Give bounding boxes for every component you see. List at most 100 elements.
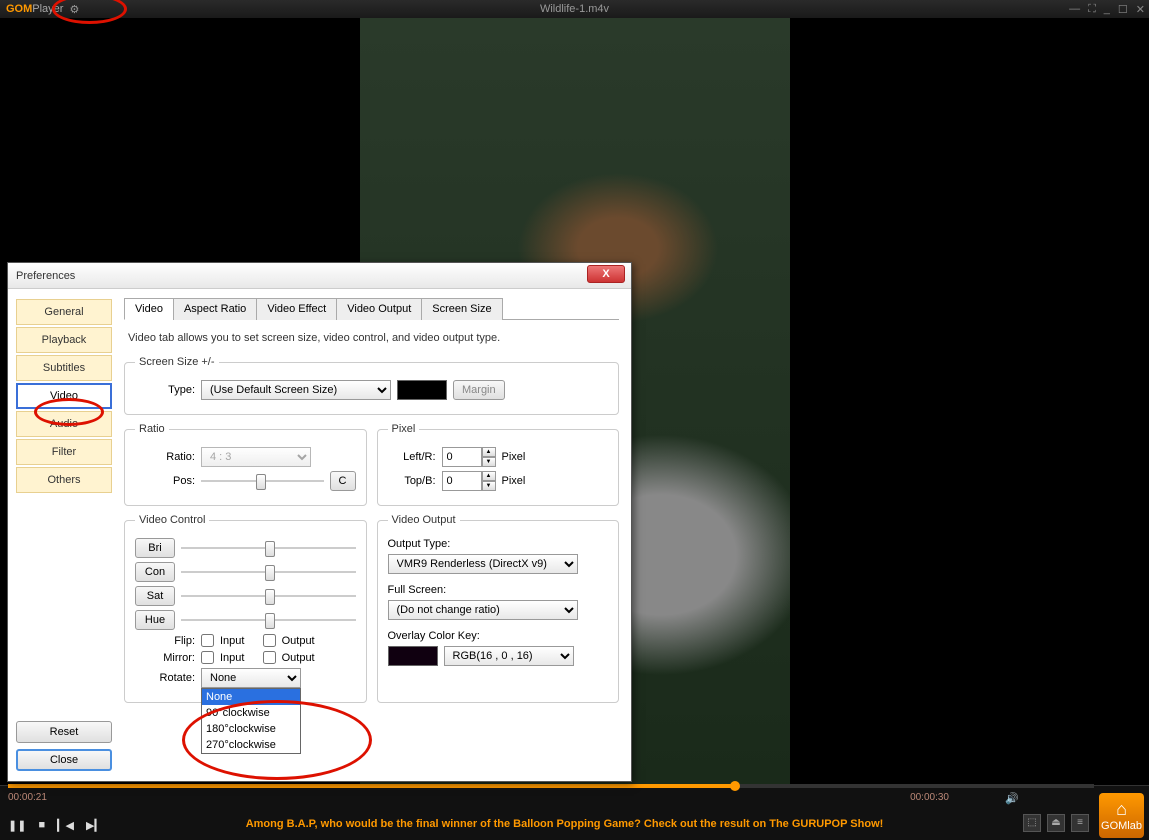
tab-description: Video tab allows you to set screen size,… (128, 332, 615, 344)
ratio-select[interactable]: 4 : 3 (201, 447, 311, 467)
rotate-option[interactable]: None (202, 689, 300, 705)
tab-screen-size[interactable]: Screen Size (421, 298, 502, 320)
type-label: Type: (135, 384, 195, 396)
fullscreen-icon[interactable]: ⛶ (1088, 3, 1096, 16)
cat-video[interactable]: Video (16, 383, 112, 409)
time-total: 00:00:30 (910, 792, 949, 803)
con-slider[interactable] (181, 563, 356, 581)
cat-subtitles[interactable]: Subtitles (16, 355, 112, 381)
left-label: Left/R: (388, 451, 436, 463)
home-button[interactable]: ⌂ GOMlab (1099, 793, 1144, 838)
flip-label: Flip: (135, 635, 195, 647)
top-label: Top/B: (388, 475, 436, 487)
mirror-output-lbl: Output (282, 652, 315, 664)
category-sidebar: General Playback Subtitles Video Audio F… (8, 289, 120, 781)
output-type-label: Output Type: (388, 538, 609, 550)
fullscreen-label: Full Screen: (388, 584, 609, 596)
overlay-swatch[interactable] (388, 646, 438, 666)
next-button[interactable]: ▶▎ (86, 819, 103, 832)
reset-button[interactable]: Reset (16, 721, 112, 743)
flip-input-check[interactable] (201, 634, 214, 647)
pos-label: Pos: (135, 475, 195, 487)
rotate-label: Rotate: (135, 672, 195, 684)
prev-button[interactable]: ▎◀ (57, 819, 74, 832)
mirror-input-check[interactable] (201, 651, 214, 664)
marquee-text: Among B.A.P, who would be the final winn… (130, 818, 999, 830)
settings-panel: Video Aspect Ratio Video Effect Video Ou… (120, 289, 631, 781)
app-logo-suffix: Player (32, 3, 63, 15)
close-icon[interactable]: ✕ (1136, 3, 1145, 16)
tab-video-effect[interactable]: Video Effect (256, 298, 337, 320)
pause-button[interactable]: ❚❚ (8, 819, 26, 832)
mirror-label: Mirror: (135, 652, 195, 664)
bri-button[interactable]: Bri (135, 538, 175, 558)
overlay-label: Overlay Color Key: (388, 630, 609, 642)
screen-size-legend: Screen Size +/- (135, 356, 219, 368)
rotate-option[interactable]: 180°clockwise (202, 721, 300, 737)
time-current: 00:00:21 (8, 792, 47, 803)
top-spinner[interactable]: ▲▼ (442, 471, 496, 491)
cat-audio[interactable]: Audio (16, 411, 112, 437)
video-output-group: Video Output Output Type: VMR9 Renderles… (377, 514, 620, 703)
playback-controls: ❚❚ ■ ▎◀ ▶▎ (8, 819, 103, 832)
output-type-select[interactable]: VMR9 Renderless (DirectX v9) (388, 554, 578, 574)
close-button[interactable]: Close (16, 749, 112, 771)
gear-icon[interactable]: ⚙ (69, 3, 79, 16)
rotate-select[interactable]: None (201, 668, 301, 688)
video-control-legend: Video Control (135, 514, 209, 526)
dialog-close-button[interactable]: X (587, 265, 625, 283)
cat-filter[interactable]: Filter (16, 439, 112, 465)
cat-general[interactable]: General (16, 299, 112, 325)
minimize-icon[interactable]: _ (1104, 3, 1110, 16)
volume-icon[interactable]: 🔊 (1005, 792, 1019, 805)
rotate-option[interactable]: 270°clockwise (202, 737, 300, 753)
cat-others[interactable]: Others (16, 467, 112, 493)
mirror-input-lbl: Input (220, 652, 244, 664)
screen-size-group: Screen Size +/- Type: (Use Default Scree… (124, 356, 619, 415)
stop-button[interactable]: ■ (38, 819, 45, 832)
rotate-option[interactable]: 90°clockwise (202, 705, 300, 721)
hue-button[interactable]: Hue (135, 610, 175, 630)
tab-strip: Video Aspect Ratio Video Effect Video Ou… (124, 297, 619, 320)
overlay-select[interactable]: RGB(16 , 0 , 16) (444, 646, 574, 666)
flip-input-lbl: Input (220, 635, 244, 647)
eject-button[interactable]: ⏏ (1047, 814, 1065, 832)
maximize-icon[interactable]: ☐ (1118, 3, 1128, 16)
cat-playback[interactable]: Playback (16, 327, 112, 353)
tab-video-output[interactable]: Video Output (336, 298, 422, 320)
video-control-group: Video Control Bri Con Sat Hue Flip: Input… (124, 514, 367, 703)
bottom-bar: 00:00:21 00:00:30 🔊 ❚❚ ■ ▎◀ ▶▎ Among B.A… (0, 785, 1149, 840)
pixel-legend: Pixel (388, 423, 420, 435)
pos-center-button[interactable]: C (330, 471, 356, 491)
min-icon[interactable]: — (1069, 3, 1080, 16)
dialog-title: Preferences (16, 270, 75, 282)
rotate-dropdown: None90°clockwise180°clockwise270°clockwi… (201, 688, 301, 754)
type-swatch[interactable] (397, 380, 447, 400)
fullscreen-select[interactable]: (Do not change ratio) (388, 600, 578, 620)
sat-button[interactable]: Sat (135, 586, 175, 606)
flip-output-check[interactable] (263, 634, 276, 647)
mirror-output-check[interactable] (263, 651, 276, 664)
pixel-group: Pixel Left/R: ▲▼ Pixel Top/B: ▲▼ Pixel (377, 423, 620, 506)
preferences-dialog: Preferences X General Playback Subtitles… (7, 262, 632, 782)
ratio-group: Ratio Ratio: 4 : 3 Pos: C (124, 423, 367, 506)
menu-button[interactable]: ≡ (1071, 814, 1089, 832)
left-spinner[interactable]: ▲▼ (442, 447, 496, 467)
video-output-legend: Video Output (388, 514, 460, 526)
ratio-label: Ratio: (135, 451, 195, 463)
pos-slider[interactable] (201, 472, 324, 490)
tab-video[interactable]: Video (124, 298, 174, 320)
seek-bar[interactable] (8, 784, 1094, 788)
control-panel-button[interactable]: ⬚ (1023, 814, 1041, 832)
type-select[interactable]: (Use Default Screen Size) (201, 380, 391, 400)
dialog-titlebar: Preferences X (8, 263, 631, 289)
app-logo: GOM (6, 3, 32, 15)
right-buttons: ⬚ ⏏ ≡ (1023, 814, 1089, 832)
con-button[interactable]: Con (135, 562, 175, 582)
sat-slider[interactable] (181, 587, 356, 605)
margin-button[interactable]: Margin (453, 380, 505, 400)
bri-slider[interactable] (181, 539, 356, 557)
pixel-unit2: Pixel (502, 475, 526, 487)
hue-slider[interactable] (181, 611, 356, 629)
tab-aspect-ratio[interactable]: Aspect Ratio (173, 298, 257, 320)
